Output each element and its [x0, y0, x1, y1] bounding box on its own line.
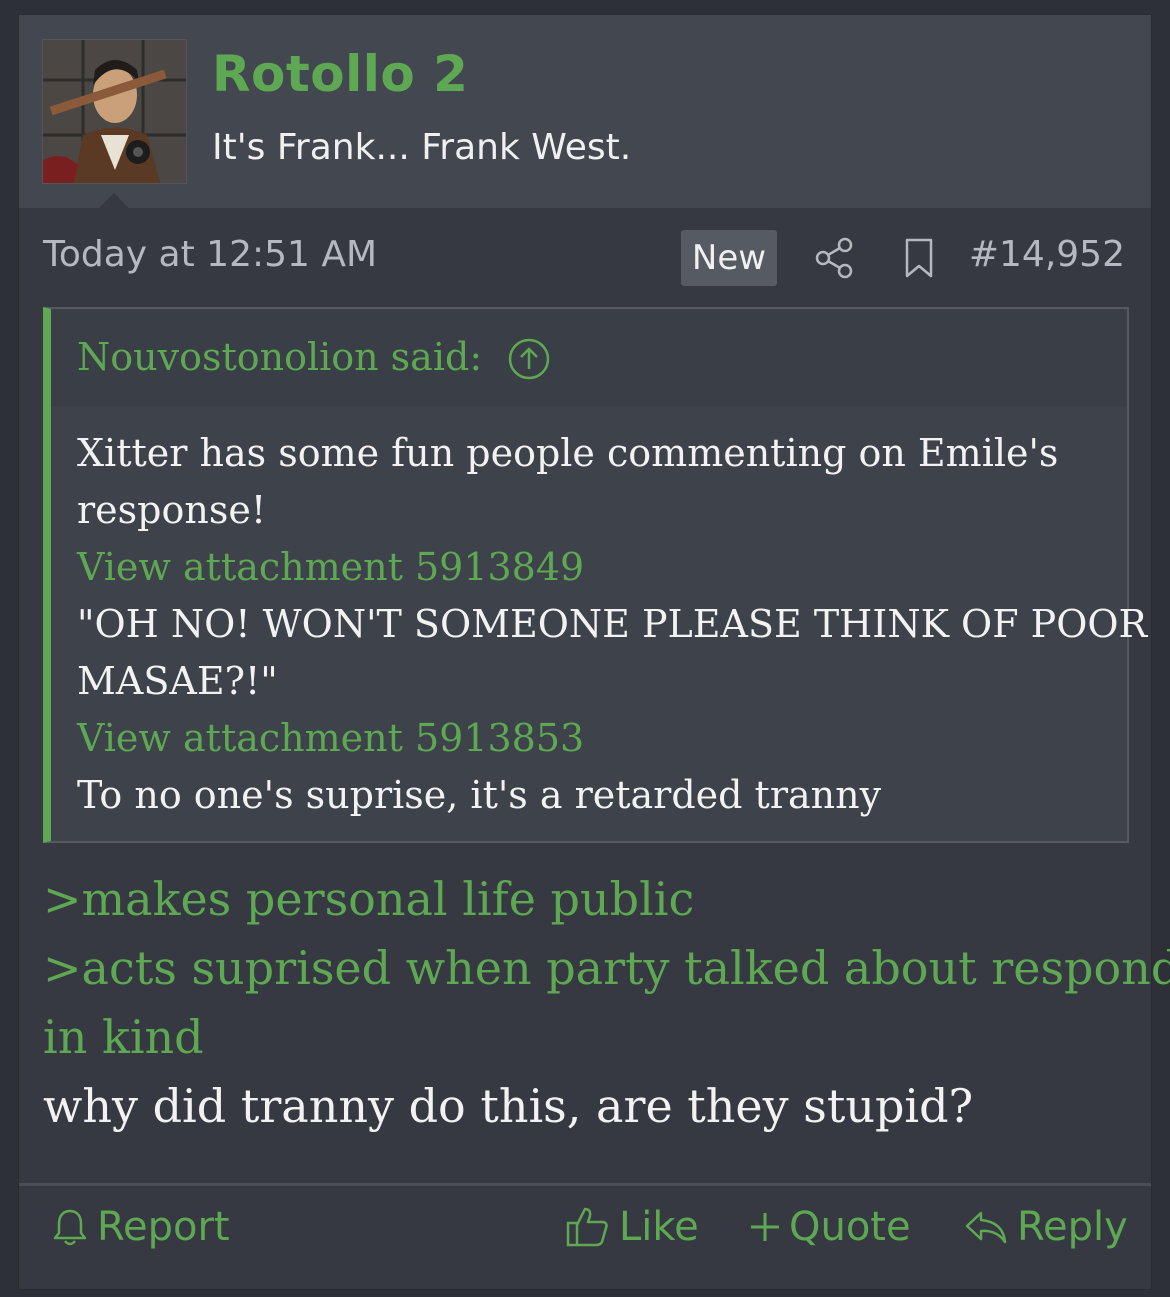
quote-block: Nouvostonolion said: Xitter has some fun… — [43, 307, 1148, 843]
reply-button[interactable]: Reply — [963, 1199, 1128, 1255]
greentext-line: >acts suprised when party talked about r… — [43, 941, 1170, 995]
reply-label: Reply — [1017, 1204, 1128, 1250]
post-number[interactable]: #14,952 — [969, 234, 1125, 275]
quote-button[interactable]: Quote — [749, 1199, 911, 1255]
quote-text-line: To no one's suprise, it's a retarded tra… — [77, 773, 882, 817]
username[interactable]: Rotollo 2 — [212, 45, 468, 103]
avatar-illustration — [43, 40, 186, 183]
post-meta-row: Today at 12:51 AM New #14,952 — [19, 230, 1151, 286]
reply-arrow-icon — [965, 1211, 1007, 1244]
quote-text-line: response! — [77, 488, 267, 532]
quote-author[interactable]: Nouvostonolion said: — [77, 335, 482, 379]
quote-label: Quote — [789, 1204, 911, 1250]
quote-body: Xitter has some fun people commenting on… — [77, 425, 1148, 824]
bell-icon — [53, 1209, 87, 1246]
quote-text-line: "OH NO! WON'T SOMEONE PLEASE THINK OF PO… — [77, 602, 1148, 646]
post-date[interactable]: Today at 12:51 AM — [43, 234, 377, 275]
arrow-up-circle-icon[interactable] — [507, 337, 551, 381]
share-icon[interactable] — [814, 236, 856, 280]
post-card: Rotollo 2 It's Frank... Frank West. Toda… — [18, 14, 1170, 1290]
quote-text-line: Xitter has some fun people commenting on… — [77, 431, 1059, 475]
greentext-line: in kind — [43, 1010, 204, 1064]
like-label: Like — [619, 1204, 699, 1250]
user-avatar[interactable] — [42, 39, 187, 184]
plus-icon — [751, 1213, 779, 1241]
greentext-line: >makes personal life public — [43, 872, 695, 926]
user-title: It's Frank... Frank West. — [212, 127, 632, 168]
attachment-link[interactable]: View attachment 5913849 — [77, 539, 1117, 596]
post-user-header: Rotollo 2 It's Frank... Frank West. — [19, 15, 1151, 209]
bookmark-icon[interactable] — [899, 236, 939, 280]
quote-header: Nouvostonolion said: — [51, 309, 1127, 406]
thumbs-up-icon — [566, 1207, 608, 1247]
report-label: Report — [97, 1204, 230, 1250]
like-button[interactable]: Like — [565, 1199, 699, 1255]
attachment-link[interactable]: View attachment 5913853 — [77, 710, 1117, 767]
quote-text-line: MASAE?!" — [77, 659, 278, 703]
body-text-line: why did tranny do this, are they stupid? — [43, 1079, 974, 1133]
header-pointer — [98, 193, 130, 209]
footer-divider — [19, 1183, 1151, 1186]
report-button[interactable]: Report — [51, 1199, 230, 1255]
post-body: >makes personal life public >acts supris… — [43, 865, 1170, 1141]
new-badge: New — [681, 230, 777, 286]
